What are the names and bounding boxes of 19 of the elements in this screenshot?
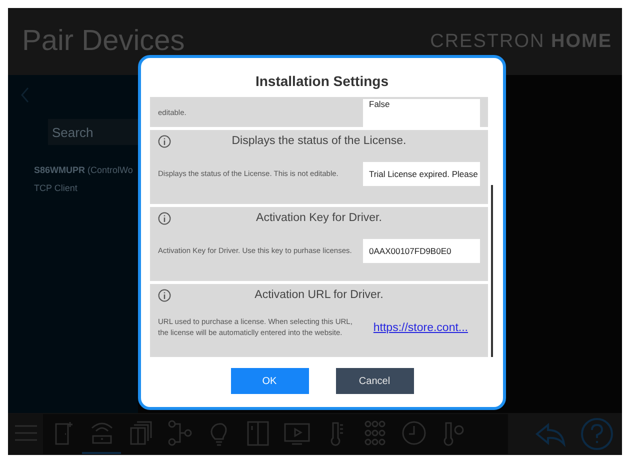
- setting-header: Displays the status of the License.: [230, 135, 408, 147]
- value-field[interactable]: Trial License expired. Please: [363, 162, 480, 186]
- setting-header: Activation Key for Driver.: [255, 212, 383, 224]
- cancel-button[interactable]: Cancel: [336, 368, 414, 394]
- dialog-title: Installation Settings: [254, 72, 390, 91]
- info-icon[interactable]: [158, 288, 171, 302]
- device-name: S86WMUPR (ControlWo: [34, 165, 134, 175]
- chevron-left-icon[interactable]: [20, 87, 30, 103]
- toolbar-tab[interactable]: [8, 414, 43, 454]
- device-connection: TCP Client: [34, 183, 78, 193]
- help-icon[interactable]: [580, 417, 614, 451]
- info-icon[interactable]: [158, 212, 171, 224]
- value-field[interactable]: 0AAX00107FD9B0E0: [363, 239, 480, 263]
- scrollbar[interactable]: [491, 185, 493, 357]
- ok-button[interactable]: OK: [230, 368, 308, 394]
- info-icon[interactable]: [158, 134, 171, 148]
- setting-header: Activation URL for Driver.: [254, 289, 384, 301]
- value-field[interactable]: False: [363, 99, 480, 127]
- store-link[interactable]: https://store.cont...: [373, 322, 468, 334]
